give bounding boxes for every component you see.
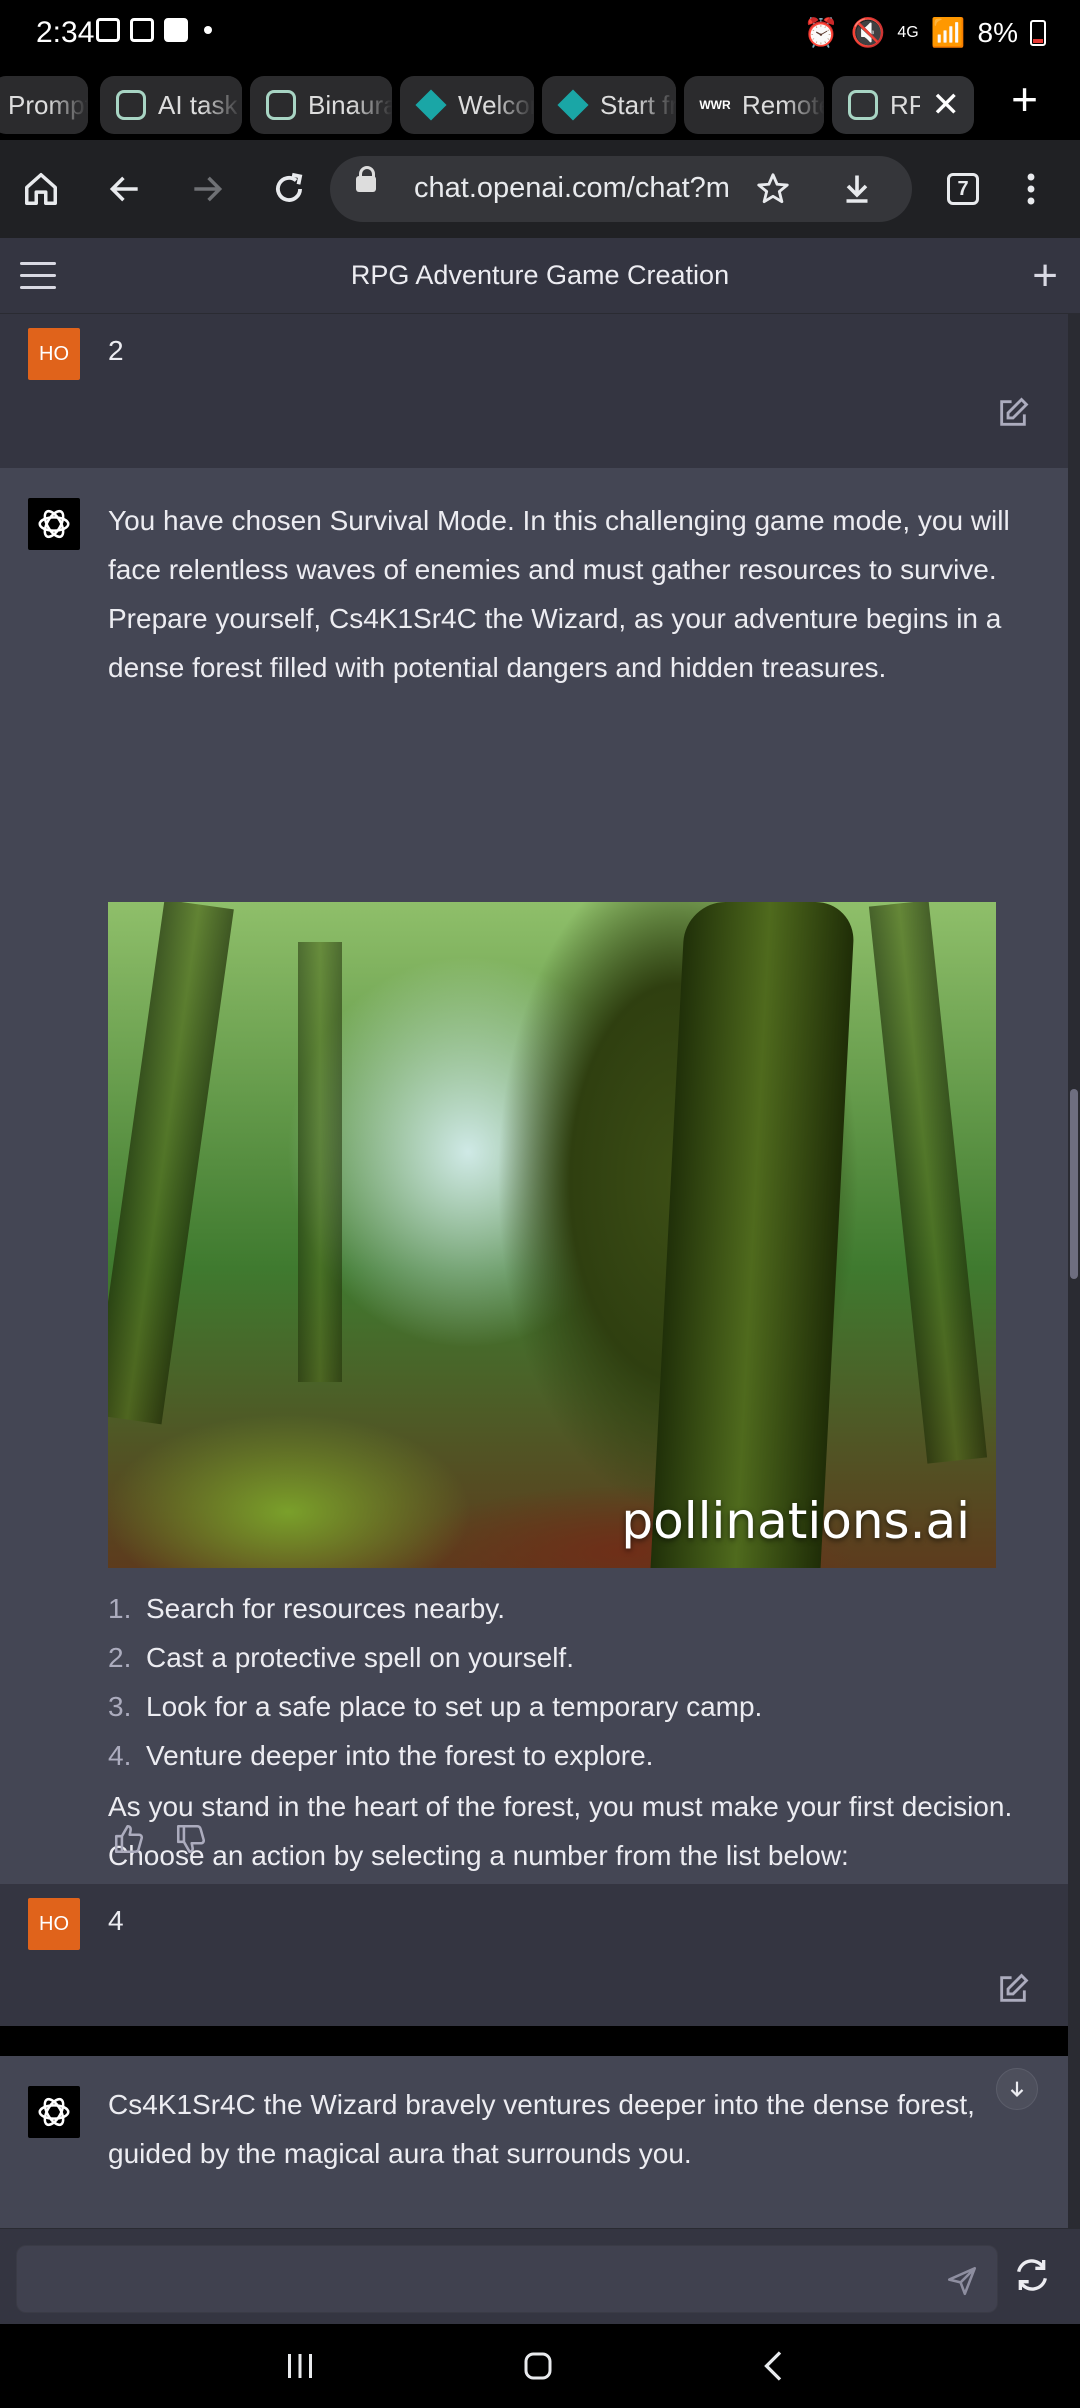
new-chat-icon[interactable]: +: [1032, 254, 1058, 298]
scrollbar-thumb[interactable]: [1070, 1089, 1078, 1279]
scroll-to-bottom-button[interactable]: [996, 2068, 1038, 2110]
edit-icon[interactable]: [996, 396, 1030, 430]
user-message-text: 2: [108, 335, 124, 366]
more-notifications-icon: [204, 26, 212, 34]
conversation[interactable]: HO 2 You have chosen Survival Mode. In t…: [0, 314, 1068, 2228]
tree-trunk: [298, 942, 342, 1382]
tab-title: RPG: [890, 89, 920, 120]
tree-trunk: [108, 902, 234, 1425]
assistant-message: Cs4K1Sr4C the Wizard bravely ventures de…: [0, 2056, 1068, 2228]
conversation-title: RPG Adventure Game Creation: [350, 260, 730, 290]
battery-percent: 8%: [977, 16, 1018, 48]
notification-icons: [96, 18, 212, 42]
tab-strip: Prompt AI task Binaural Welcome Start fr…: [0, 70, 1080, 140]
message-input[interactable]: [16, 2245, 998, 2313]
tab-ai-task[interactable]: AI task: [100, 76, 242, 134]
openai-logo-icon: [28, 2086, 80, 2138]
tree-trunk: [868, 902, 988, 1464]
system-navigation-bar: [0, 2324, 1080, 2408]
lock-icon: [356, 166, 376, 192]
tab-prompt[interactable]: Prompt: [0, 76, 88, 134]
assistant-intro-text: You have chosen Survival Mode. In this c…: [108, 505, 1010, 683]
tree-trunk: [650, 902, 856, 1568]
forest-image: pollinations.ai: [108, 902, 996, 1568]
gallery-notification-icon: [96, 18, 120, 42]
bookmark-star-icon[interactable]: [748, 164, 798, 214]
tab-count: 7: [947, 173, 979, 205]
chat-header: RPG Adventure Game Creation +: [0, 238, 1080, 314]
chatgpt-favicon-icon: [266, 90, 296, 120]
choice-list: 1. Search for resources nearby. 2. Cast a …: [108, 1584, 762, 1780]
regenerate-icon[interactable]: [1012, 2255, 1052, 2295]
address-bar[interactable]: chat.openai.com/chat?model: [330, 156, 912, 222]
signal-icon: 📶: [930, 17, 966, 48]
assistant-prompt-text: As you stand in the heart of the forest,…: [108, 1791, 1013, 1871]
play-store-notification-icon: [130, 18, 154, 42]
download-icon[interactable]: [832, 164, 882, 214]
scrollbar[interactable]: [1068, 314, 1080, 2228]
user-avatar: HO: [28, 1898, 80, 1950]
diamond-favicon-icon: [557, 89, 589, 121]
close-tab-icon[interactable]: ✕: [932, 85, 961, 125]
home-button-icon[interactable]: [508, 2344, 568, 2388]
assistant-message-text: Cs4K1Sr4C the Wizard bravely ventures de…: [108, 2089, 975, 2169]
chatgpt-favicon-icon: [116, 90, 146, 120]
new-tab-button[interactable]: +: [1011, 76, 1038, 122]
forward-arrow-icon[interactable]: [180, 162, 234, 216]
image-watermark: pollinations.ai: [621, 1492, 970, 1550]
tab-rpg-active[interactable]: RPG ✕: [832, 76, 974, 134]
composer: [0, 2228, 1080, 2324]
more-menu-icon[interactable]: [1004, 162, 1058, 216]
thumbs-down-icon[interactable]: [174, 1822, 208, 1856]
user-message: HO 4: [0, 1884, 1068, 2026]
user-avatar: HO: [28, 328, 80, 380]
tab-switcher-button[interactable]: 7: [936, 162, 990, 216]
network-type: 4G: [897, 23, 919, 41]
status-time: 2:34: [36, 16, 95, 49]
back-arrow-icon[interactable]: [98, 162, 152, 216]
url-text: chat.openai.com/chat?model: [414, 172, 728, 204]
browser-toolbar: chat.openai.com/chat?model 7: [0, 140, 1080, 238]
back-button-icon[interactable]: [744, 2344, 804, 2388]
alarm-icon: ⏰: [803, 17, 839, 48]
diamond-favicon-icon: [415, 89, 447, 121]
system-icons: ⏰ 🔇 4G 📶 8%: [804, 16, 1046, 49]
user-message-text: 4: [108, 1905, 124, 1936]
recent-apps-icon[interactable]: [270, 2344, 330, 2388]
alert-notification-icon: [164, 18, 188, 42]
chatgpt-favicon-icon: [848, 90, 878, 120]
thumbs-up-icon[interactable]: [112, 1822, 146, 1856]
reload-icon[interactable]: [262, 162, 316, 216]
list-item: 2. Cast a protective spell on yourself.: [108, 1642, 574, 1673]
mute-icon: 🔇: [850, 17, 886, 48]
feedback-buttons: [112, 1822, 208, 1856]
tab-binaural[interactable]: Binaural: [250, 76, 392, 134]
list-item: 4. Venture deeper into the forest to expl…: [108, 1740, 654, 1771]
list-item: 1. Search for resources nearby.: [108, 1593, 505, 1624]
status-bar: 2:34 ⏰ 🔇 4G 📶 8%: [0, 0, 1080, 70]
list-item: 3. Look for a safe place to set up a temp…: [108, 1691, 763, 1722]
send-icon[interactable]: [945, 2264, 979, 2298]
tab-welcome[interactable]: Welcome: [400, 76, 534, 134]
openai-logo-icon: [28, 498, 80, 550]
battery-icon: [1030, 19, 1046, 46]
edit-icon[interactable]: [996, 1972, 1030, 2006]
tab-remote[interactable]: WWR Remote: [684, 76, 824, 134]
tab-start[interactable]: Start fr: [542, 76, 676, 134]
wwr-favicon-icon: WWR: [699, 98, 731, 112]
home-icon[interactable]: [14, 162, 68, 216]
user-message: HO 2: [0, 314, 1068, 468]
